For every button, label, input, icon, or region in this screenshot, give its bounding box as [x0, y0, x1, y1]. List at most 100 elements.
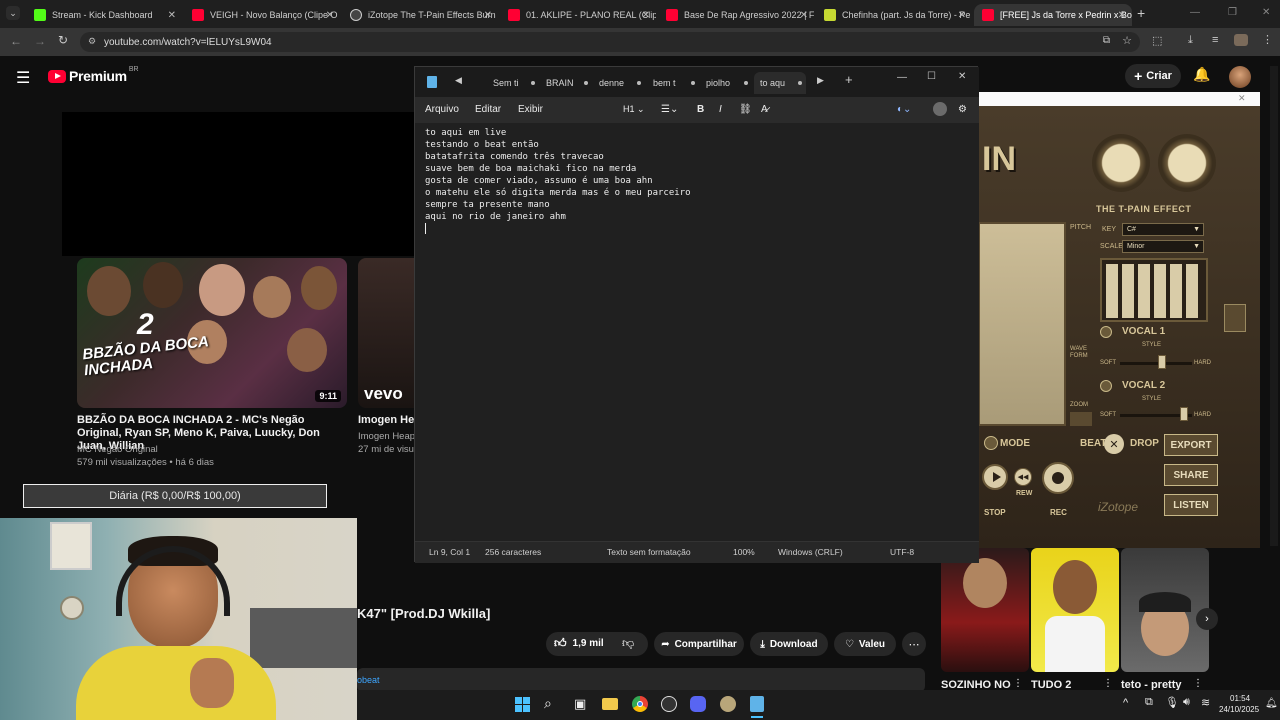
bookmark-star-icon[interactable]: ☆	[1122, 34, 1132, 47]
close-tab-icon[interactable]: ✕	[958, 10, 966, 21]
search-icon[interactable]: ⌕	[544, 695, 552, 712]
export-button[interactable]: EXPORT	[1164, 434, 1218, 456]
copilot-icon[interactable]: ◐⌄	[897, 104, 911, 115]
italic-icon[interactable]: I	[719, 104, 722, 115]
browser-menu-icon[interactable]: ⋮	[1262, 33, 1273, 46]
user-avatar[interactable]	[1229, 66, 1251, 88]
link-icon[interactable]: ⛓	[739, 104, 752, 115]
extensions-icon[interactable]: ⬚	[1152, 34, 1162, 47]
tray-overflow-icon[interactable]: ^	[1123, 697, 1128, 709]
forward-icon[interactable]: →	[34, 34, 46, 48]
short-thumbnail[interactable]	[1031, 548, 1119, 672]
minimize-window-button[interactable]: —	[1190, 7, 1200, 18]
clear-format-icon[interactable]: A̷	[761, 104, 768, 115]
share-plugin-button[interactable]: SHARE	[1164, 464, 1218, 486]
notification-center-icon[interactable]: 🔔︎	[1265, 698, 1278, 709]
vocal1-style-slider[interactable]	[1120, 362, 1192, 365]
notepad-tab[interactable]: bem t	[647, 72, 699, 94]
close-tab-icon[interactable]: ✕	[326, 10, 334, 21]
downloads-icon[interactable]: ⤓	[1188, 34, 1193, 47]
thanks-button[interactable]: ♡ Valeu	[834, 632, 896, 656]
wifi-icon[interactable]: ≋	[1201, 696, 1210, 709]
browser-tab[interactable]: VEIGH - Novo Balanço (Clipe O ✕	[184, 4, 340, 26]
browser-tab[interactable]: Base De Rap Agressivo 2022 | F ✕	[658, 4, 814, 26]
tab-search-button[interactable]: ⌄	[6, 6, 20, 20]
browser-tab[interactable]: Stream - Kick Dashboard ✕	[26, 4, 182, 26]
zoom-slider[interactable]	[1070, 412, 1092, 426]
site-info-icon[interactable]: ⚙	[88, 36, 96, 47]
notepad-maximize-button[interactable]: ☐	[927, 71, 936, 82]
short-thumbnail[interactable]	[1121, 548, 1209, 672]
record-button[interactable]	[1042, 462, 1074, 494]
key-dropdown[interactable]: C# ▼	[1122, 223, 1204, 236]
short-menu-icon[interactable]: ⋮	[1103, 678, 1113, 689]
description-box[interactable]	[357, 668, 925, 692]
notepad-close-button[interactable]: ✕	[958, 71, 966, 82]
close-tab-icon[interactable]: ✕	[1118, 10, 1126, 21]
browser-tab[interactable]: 01. AKLIPE - PLANO REAL (Clip ✕	[500, 4, 656, 26]
tpain-close-icon[interactable]: ✕	[1238, 93, 1246, 104]
settings-gear-icon[interactable]: ⚙	[958, 104, 967, 115]
menu-view[interactable]: Exibir	[518, 104, 543, 115]
menu-edit[interactable]: Editar	[475, 104, 501, 115]
scroll-tabs-right-icon[interactable]: ▶	[817, 75, 824, 86]
notepad-tab[interactable]: piolho	[700, 72, 752, 94]
vocal2-toggle[interactable]	[1100, 380, 1112, 392]
address-bar[interactable]: ⚙ youtube.com/watch?v=lELUYsL9W04 ⧉ ☆	[80, 32, 1140, 52]
channel-name[interactable]: Imogen Heap	[358, 430, 414, 443]
video-title[interactable]: Imogen Hea	[358, 414, 414, 427]
windows-start-icon[interactable]	[515, 697, 530, 712]
obs-icon[interactable]	[661, 696, 677, 712]
side-toggle[interactable]	[1224, 304, 1246, 332]
notepad-tab-active[interactable]: to aqu	[754, 72, 806, 94]
list-dropdown-icon[interactable]: ☰⌄	[661, 104, 678, 115]
share-button[interactable]: ➦ Compartilhar	[654, 632, 744, 656]
task-view-icon[interactable]: ▣	[574, 696, 586, 712]
chrome-icon[interactable]	[632, 696, 648, 712]
scale-dropdown[interactable]: Minor ▼	[1122, 240, 1204, 253]
rew-button[interactable]: ◀◀	[1014, 468, 1032, 486]
volume-icon[interactable]: 🔊︎	[1183, 696, 1190, 709]
dislike-button[interactable]: 👎︎	[622, 636, 634, 651]
video-thumbnail[interactable]: 2 BBZÃO DA BOCA INCHADA 9:11	[77, 258, 347, 408]
youtube-logo[interactable]: Premium BR	[48, 66, 139, 84]
microphone-icon[interactable]: 🎙︎	[1165, 696, 1179, 709]
like-button[interactable]: 👍︎ 1,9 mil	[554, 636, 604, 651]
more-actions-button[interactable]: ⋯	[902, 632, 926, 656]
tpain-app-icon[interactable]	[720, 696, 736, 712]
zoom-level[interactable]: 100%	[733, 547, 755, 557]
notepad-minimize-button[interactable]: —	[897, 72, 907, 83]
notepad-app-taskbar-icon[interactable]	[750, 696, 764, 712]
browser-tab-active[interactable]: [FREE] Js da Torre x Pedrin x Bo ✕	[974, 4, 1132, 26]
close-tab-icon[interactable]: ✕	[800, 10, 808, 21]
video-thumbnail[interactable]: vevo	[358, 258, 414, 408]
account-avatar[interactable]	[933, 102, 947, 116]
channel-name[interactable]: MC Negão Original	[77, 443, 158, 456]
play-button[interactable]	[982, 464, 1008, 490]
notepad-new-tab-button[interactable]: +	[845, 72, 853, 87]
reload-icon[interactable]: ↻	[58, 33, 68, 47]
create-button[interactable]: + Criar	[1125, 64, 1181, 88]
taskbar-date[interactable]: 24/10/2025	[1219, 705, 1259, 714]
install-app-icon[interactable]: ⧉	[1103, 35, 1110, 46]
close-tab-icon[interactable]: ✕	[642, 10, 650, 21]
vocal2-slider-handle[interactable]	[1180, 407, 1188, 421]
short-menu-icon[interactable]: ⋮	[1193, 678, 1203, 689]
taskbar-clock[interactable]: 01:54	[1230, 694, 1250, 703]
notepad-text-area[interactable]: to aqui em live testando o beat então ba…	[415, 123, 979, 541]
maximize-window-button[interactable]: ❐	[1228, 7, 1237, 18]
discord-icon[interactable]	[690, 696, 706, 712]
network-icon[interactable]: ⧉	[1145, 696, 1153, 709]
back-icon[interactable]: ←	[10, 34, 22, 48]
bold-icon[interactable]: B	[697, 104, 704, 115]
profile-avatar[interactable]	[1234, 34, 1248, 46]
notepad-tab[interactable]: denne	[593, 72, 645, 94]
mode-button[interactable]	[984, 436, 998, 450]
heading-dropdown[interactable]: H1 ⌄	[623, 104, 645, 115]
piano-keyboard[interactable]	[1100, 258, 1208, 322]
download-button[interactable]: ⤓ Download	[750, 632, 828, 656]
close-tab-icon[interactable]: ✕	[168, 10, 176, 21]
scroll-tabs-left-icon[interactable]: ◀	[455, 75, 462, 86]
short-thumbnail[interactable]	[941, 548, 1029, 672]
close-tab-icon[interactable]: ✕	[484, 10, 492, 21]
